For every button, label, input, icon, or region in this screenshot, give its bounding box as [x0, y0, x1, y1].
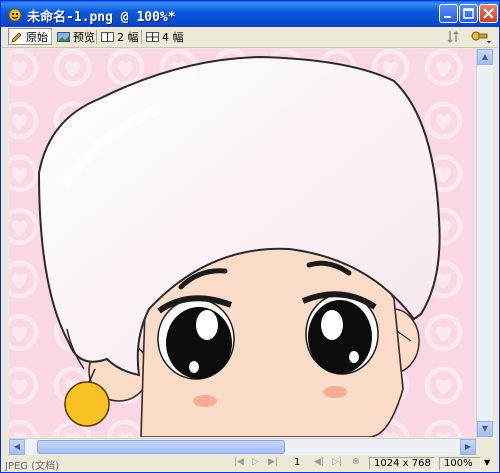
file-format-label: JPEG (文档) [5, 461, 60, 472]
four-up-icon [146, 32, 159, 42]
minimize-icon [444, 16, 451, 18]
tab-original[interactable]: 原始 [8, 28, 52, 45]
toolbar-separator [141, 30, 142, 44]
window-title: 未命名-1.png @ 100%* [27, 10, 176, 25]
vertical-scrollbar[interactable]: ▲ ▼ [476, 49, 493, 437]
document-window: 未命名-1.png @ 100%* 原始 预览 2 幅 4 幅 ▲ ▼ ◀ ▶ … [0, 0, 500, 473]
toolbar-separator [96, 30, 97, 44]
play-icon[interactable]: ▷ [252, 457, 259, 467]
prev-frame-icon[interactable]: ◀| [314, 457, 324, 467]
next-frame-icon[interactable]: ▶| [268, 457, 278, 467]
tab-label: 2 幅 [117, 31, 139, 44]
scroll-left-button[interactable]: ◀ [9, 439, 25, 455]
sort-icon[interactable] [446, 29, 462, 45]
loop-icon[interactable]: ⊗ [352, 457, 360, 467]
status-bar: JPEG (文档) |◀ ▷ ▶| 1 ◀| ▷| ⊗ 1024 x 768 1… [2, 455, 498, 472]
scroll-right-button[interactable]: ▶ [460, 439, 476, 455]
tab-two-up[interactable]: 2 幅 [101, 29, 139, 45]
right-blush [323, 386, 347, 398]
two-up-icon [101, 32, 114, 42]
zoom-dropdown-icon[interactable]: ▼ [484, 458, 490, 467]
tab-label: 4 幅 [162, 31, 184, 44]
left-blush [193, 395, 217, 407]
app-icon [8, 8, 22, 22]
preview-icon [57, 32, 70, 42]
pencil-icon [11, 31, 22, 43]
maximize-icon [463, 8, 474, 19]
options-menu-icon[interactable] [470, 29, 492, 45]
scroll-down-button[interactable]: ▼ [477, 421, 493, 437]
canvas-artwork [9, 49, 475, 437]
horizontal-scrollbar[interactable]: ◀ ▶ [9, 438, 476, 455]
left-eye [157, 295, 235, 380]
first-frame-icon[interactable]: |◀ [234, 457, 244, 467]
title-bar[interactable]: 未命名-1.png @ 100%* [1, 1, 499, 27]
scroll-up-button[interactable]: ▲ [477, 49, 493, 65]
toolbar-separator [51, 30, 52, 44]
zoom-level-select[interactable]: 100% [439, 457, 481, 470]
tab-four-up[interactable]: 4 幅 [146, 29, 184, 45]
view-toolbar: 原始 预览 2 幅 4 幅 [2, 27, 498, 48]
tab-preview[interactable]: 预览 [57, 29, 95, 45]
minimize-button[interactable] [439, 4, 458, 23]
hat-pompom [64, 381, 110, 427]
frame-number: 1 [294, 457, 301, 468]
horizontal-scroll-thumb[interactable] [37, 440, 285, 454]
image-dimensions: 1024 x 768 [369, 457, 435, 470]
close-icon [483, 8, 494, 19]
tab-label: 预览 [73, 31, 95, 44]
close-button[interactable] [479, 4, 498, 23]
step-forward-icon[interactable]: ▷| [332, 457, 342, 467]
image-canvas[interactable] [9, 49, 475, 437]
tab-label: 原始 [26, 30, 48, 44]
maximize-button[interactable] [459, 4, 478, 23]
